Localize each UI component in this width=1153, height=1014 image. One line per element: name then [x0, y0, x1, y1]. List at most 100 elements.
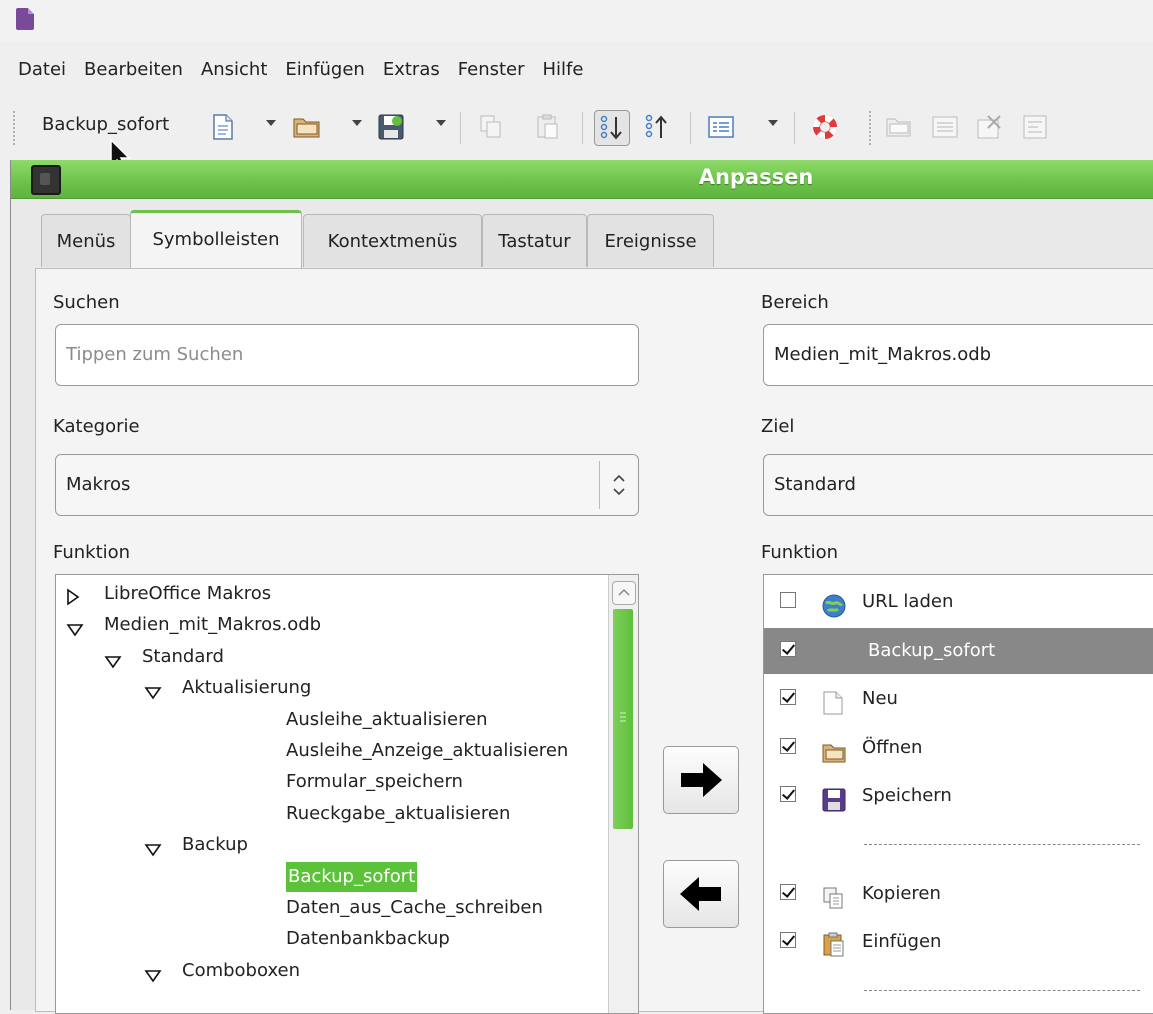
- function-label-right: Funktion: [761, 542, 839, 563]
- entry-checkbox[interactable]: [780, 786, 796, 803]
- table-view-icon[interactable]: [928, 110, 962, 144]
- toolbar-entries-list[interactable]: URL laden Backup_sofort Neu Öffnen Speichern…: [763, 574, 1153, 1014]
- search-label: Suchen: [53, 292, 120, 313]
- menu-bearbeiten[interactable]: Bearbeiten: [75, 50, 192, 90]
- open-dropdown-icon[interactable]: [352, 120, 362, 126]
- entry-checkbox[interactable]: [780, 883, 796, 900]
- copy-icon[interactable]: [474, 110, 508, 144]
- entry-label: URL laden: [862, 591, 954, 612]
- paste-icon[interactable]: [530, 110, 564, 144]
- sort-ascending-icon[interactable]: [594, 110, 630, 146]
- macro-tree[interactable]: LibreOffice Makros Medien_mit_Makros.odb S…: [55, 574, 639, 1014]
- expanded-triangle-icon[interactable]: [144, 837, 162, 867]
- toolbar-entry[interactable]: Öffnen: [764, 725, 1153, 771]
- range-select[interactable]: Medien_mit_Makros.odb: [763, 324, 1153, 386]
- arrow-right-icon: [681, 763, 722, 797]
- menu-hilfe[interactable]: Hilfe: [534, 50, 593, 90]
- delete-record-icon[interactable]: [972, 110, 1006, 144]
- toolbar-separator: [460, 112, 461, 144]
- entry-checkbox[interactable]: [780, 932, 796, 949]
- collapsed-triangle-icon[interactable]: [66, 586, 80, 616]
- tree-item-label: Comboboxen: [182, 959, 301, 981]
- tree-item-label: Backup: [182, 834, 248, 856]
- open-folder-icon[interactable]: [290, 110, 324, 144]
- tab-ereignisse[interactable]: Ereignisse: [587, 214, 714, 267]
- toolbar-entry[interactable]: Neu: [764, 676, 1153, 722]
- menu-extras[interactable]: Extras: [374, 50, 449, 90]
- expanded-triangle-icon[interactable]: [144, 680, 162, 710]
- category-select[interactable]: Makros: [55, 454, 639, 516]
- toolbar-grip[interactable]: [12, 110, 16, 146]
- updown-chevron-icon[interactable]: [599, 461, 638, 509]
- toolbar-entry[interactable]: URL laden: [764, 579, 1153, 625]
- range-value: Medien_mit_Makros.odb: [774, 344, 992, 365]
- toolbar-entry[interactable]: Einfügen: [764, 919, 1153, 965]
- search-placeholder: Tippen zum Suchen: [66, 344, 244, 365]
- range-label: Bereich: [761, 292, 829, 313]
- toolbar-separator-entry[interactable]: [764, 968, 1153, 1013]
- expanded-triangle-icon[interactable]: [66, 617, 84, 647]
- form-view-dropdown-icon[interactable]: [768, 120, 778, 126]
- expanded-triangle-icon[interactable]: [104, 649, 122, 679]
- dialog-titlebar[interactable]: Anpassen: [11, 160, 1153, 199]
- toolbar-entry[interactable]: Backup_sofort: [764, 627, 1153, 674]
- scroll-thumb[interactable]: [613, 609, 633, 829]
- toolbar-separator: [690, 112, 691, 144]
- entry-checkbox[interactable]: [780, 689, 796, 706]
- add-to-toolbar-button[interactable]: [663, 746, 739, 814]
- entry-checkbox[interactable]: [780, 640, 796, 657]
- scroll-up-icon[interactable]: [612, 581, 636, 605]
- new-dropdown-icon[interactable]: [266, 120, 276, 126]
- tab-menues[interactable]: Menüs: [41, 214, 131, 267]
- new-document-icon[interactable]: [206, 110, 240, 144]
- expanded-triangle-icon[interactable]: [144, 963, 162, 993]
- menu-ansicht[interactable]: Ansicht: [192, 50, 276, 90]
- target-select[interactable]: Standard: [763, 454, 1153, 516]
- toolbar-entry[interactable]: Kopieren: [764, 871, 1153, 917]
- entry-label: Kopieren: [862, 882, 941, 904]
- target-value: Standard: [774, 474, 856, 495]
- tree-item-label: Backup_sofort: [286, 861, 418, 892]
- entry-checkbox[interactable]: [780, 737, 796, 754]
- entry-label: Öffnen: [862, 736, 923, 758]
- toolbar-grip[interactable]: [868, 110, 872, 146]
- toolbar-separator-entry[interactable]: [764, 822, 1153, 868]
- tab-tastatur[interactable]: Tastatur: [482, 214, 587, 267]
- backup-sofort-toolbar-button[interactable]: Backup_sofort: [42, 114, 169, 135]
- customize-dialog: Anpassen Menüs Symbolleisten Kontextmenü…: [10, 160, 1153, 1014]
- help-lifebuoy-icon[interactable]: [808, 110, 842, 144]
- tree-item-label: Daten_aus_Cache_schreiben: [286, 897, 543, 918]
- menu-einfuegen[interactable]: Einfügen: [276, 50, 373, 90]
- save-dropdown-icon[interactable]: [436, 120, 446, 126]
- category-label: Kategorie: [53, 416, 140, 437]
- save-icon: [822, 784, 846, 812]
- toolbar-separator: [582, 112, 583, 144]
- dialog-title: Anpassen: [698, 165, 814, 189]
- separator-line: [864, 844, 1140, 845]
- target-label: Ziel: [761, 416, 795, 437]
- entry-label: Speichern: [862, 785, 952, 807]
- sort-descending-icon[interactable]: [640, 110, 674, 144]
- save-icon[interactable]: [374, 110, 408, 144]
- toolbar-separator: [794, 112, 795, 144]
- menu-datei[interactable]: Datei: [0, 50, 75, 90]
- libreoffice-base-app-icon: [16, 8, 34, 30]
- search-input[interactable]: Tippen zum Suchen: [55, 324, 639, 386]
- tab-symbolleisten[interactable]: Symbolleisten: [130, 210, 302, 271]
- tree-item-label: Aktualisierung: [182, 677, 312, 699]
- tree-item-label: Standard: [142, 645, 224, 667]
- entry-label: Neu: [862, 688, 898, 710]
- category-value: Makros: [66, 474, 131, 495]
- remove-from-toolbar-button[interactable]: [663, 860, 739, 928]
- tab-kontextmenues[interactable]: Kontextmenüs: [303, 214, 482, 267]
- menubar: Datei Bearbeiten Ansicht Einfügen Extras…: [0, 50, 1153, 90]
- form-edit-icon[interactable]: [1018, 110, 1052, 144]
- open-folder-icon[interactable]: [882, 110, 916, 144]
- open-folder-icon: [822, 736, 846, 763]
- form-view-icon[interactable]: [704, 110, 738, 144]
- entry-checkbox[interactable]: [780, 592, 796, 608]
- tree-item-label: Medien_mit_Makros.odb: [104, 614, 322, 636]
- toolbar-entry[interactable]: Speichern: [764, 773, 1153, 819]
- tree-scrollbar[interactable]: [608, 575, 638, 1013]
- menu-fenster[interactable]: Fenster: [449, 50, 534, 90]
